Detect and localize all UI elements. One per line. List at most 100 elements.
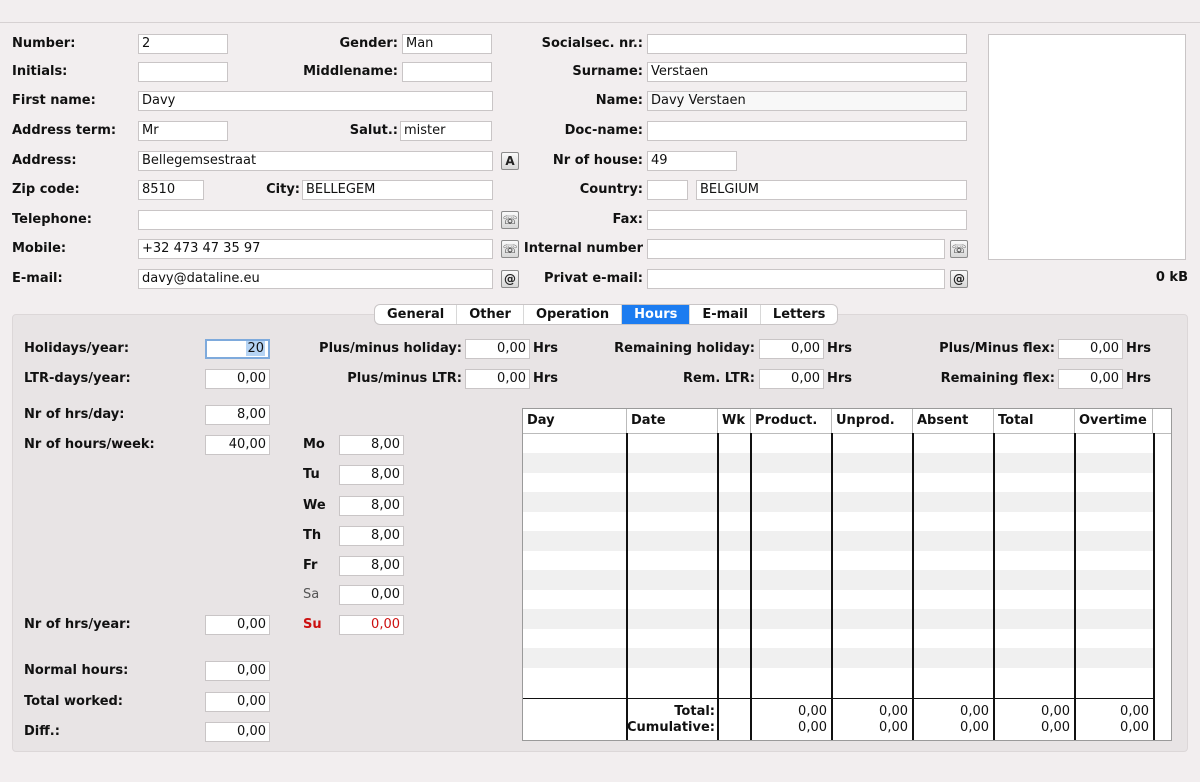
remaining-flex-field[interactable]: 0,00: [1058, 369, 1123, 389]
socialsec-field[interactable]: [647, 34, 967, 54]
plusminus-holiday-field[interactable]: 0,00: [465, 339, 530, 359]
salut-field[interactable]: mister: [400, 121, 492, 141]
day-field-we[interactable]: 8,00: [339, 496, 404, 516]
plusminus-flex-field[interactable]: 0,00: [1058, 339, 1123, 359]
day-field-fr[interactable]: 8,00: [339, 556, 404, 576]
city-label: City:: [266, 182, 300, 197]
hours-table[interactable]: Day Date Wk Product. Unprod. Absent Tota…: [522, 408, 1172, 741]
cumulative-label: Cumulative:: [627, 720, 715, 735]
col-absent[interactable]: Absent: [913, 409, 994, 433]
cumulative-total: 0,00: [1041, 720, 1070, 735]
plusminus-ltr-field[interactable]: 0,00: [465, 369, 530, 389]
privat-email-field[interactable]: [647, 269, 945, 289]
internal-number-field[interactable]: [647, 239, 945, 259]
remaining-holiday-label: Remaining holiday:: [614, 341, 755, 356]
tab-letters[interactable]: Letters: [761, 305, 837, 324]
telephone-field[interactable]: [138, 210, 493, 230]
address-field[interactable]: Bellegemsestraat: [138, 151, 493, 171]
cumulative-unprod: 0,00: [879, 720, 908, 735]
photo-well[interactable]: [988, 34, 1186, 260]
day-field-su[interactable]: 0,00: [339, 615, 404, 635]
col-date[interactable]: Date: [627, 409, 718, 433]
surname-label: Surname:: [572, 64, 643, 79]
day-field-mo[interactable]: 8,00: [339, 435, 404, 455]
nr-of-house-field[interactable]: 49: [647, 151, 737, 171]
holidays-year-field[interactable]: 20: [205, 339, 270, 359]
table-row: [523, 492, 1153, 512]
hrs-week-label: Nr of hours/week:: [24, 437, 155, 452]
hrs-week-field[interactable]: 40,00: [205, 435, 270, 455]
doc-name-field[interactable]: [647, 121, 967, 141]
country-code-field[interactable]: [647, 180, 688, 200]
surname-field[interactable]: Verstaen: [647, 62, 967, 82]
table-row: [523, 570, 1153, 590]
zip-field[interactable]: 8510: [138, 180, 204, 200]
city-field[interactable]: BELLEGEM: [302, 180, 493, 200]
ltr-days-field[interactable]: 0,00: [205, 369, 270, 389]
firstname-label: First name:: [12, 93, 96, 108]
initials-field[interactable]: [138, 62, 228, 82]
remaining-flex-unit: Hrs: [1126, 371, 1152, 386]
tab-other[interactable]: Other: [457, 305, 524, 324]
col-product[interactable]: Product.: [751, 409, 832, 433]
fax-label: Fax:: [612, 212, 643, 227]
col-divider: [626, 433, 628, 740]
day-label-sa: Sa: [303, 587, 320, 602]
email-field[interactable]: davy@dataline.eu: [138, 269, 493, 289]
hrs-year-field[interactable]: 0,00: [205, 615, 270, 635]
tab-hours[interactable]: Hours: [622, 305, 691, 324]
day-field-tu[interactable]: 8,00: [339, 465, 404, 485]
total-worked-field[interactable]: 0,00: [205, 692, 270, 712]
hrs-day-label: Nr of hrs/day:: [24, 407, 125, 422]
fax-field[interactable]: [647, 210, 967, 230]
table-row: [523, 609, 1153, 629]
day-label-th: Th: [303, 528, 322, 543]
number-field[interactable]: 2: [138, 34, 228, 54]
rem-ltr-field[interactable]: 0,00: [759, 369, 824, 389]
col-total[interactable]: Total: [994, 409, 1075, 433]
remaining-holiday-field[interactable]: 0,00: [759, 339, 824, 359]
day-label-mo: Mo: [303, 437, 325, 452]
total-worked-label: Total worked:: [24, 694, 124, 709]
total-label: Total:: [674, 704, 715, 719]
col-day[interactable]: Day: [523, 409, 627, 433]
total-product: 0,00: [798, 704, 827, 719]
total-total: 0,00: [1041, 704, 1070, 719]
normal-hours-field[interactable]: 0,00: [205, 661, 270, 681]
plusminus-ltr-label: Plus/minus LTR:: [347, 371, 462, 386]
day-field-sa[interactable]: 0,00: [339, 585, 404, 605]
internal-phone-icon[interactable]: ☏: [950, 240, 968, 258]
mobile-field[interactable]: +32 473 47 35 97: [138, 239, 493, 259]
tab-email[interactable]: E-mail: [690, 305, 761, 324]
hrs-day-field[interactable]: 8,00: [205, 405, 270, 425]
privat-email-label: Privat e-mail:: [543, 271, 643, 286]
day-field-th[interactable]: 8,00: [339, 526, 404, 546]
address-term-field[interactable]: Mr: [138, 121, 228, 141]
col-divider: [1074, 433, 1076, 740]
plusminus-holiday-label: Plus/minus holiday:: [319, 341, 462, 356]
country-field[interactable]: BELGIUM: [696, 180, 967, 200]
table-row: [523, 453, 1153, 473]
firstname-field[interactable]: Davy: [138, 91, 493, 111]
middlename-field[interactable]: [402, 62, 492, 82]
day-label-su: Su: [303, 617, 322, 632]
email-label: E-mail:: [12, 271, 63, 286]
gender-field[interactable]: Man: [402, 34, 492, 54]
table-row: [523, 648, 1153, 668]
privat-email-icon[interactable]: @: [950, 270, 968, 288]
col-unprod[interactable]: Unprod.: [832, 409, 913, 433]
address-label: Address:: [12, 153, 77, 168]
tab-general[interactable]: General: [375, 305, 458, 324]
tab-operation[interactable]: Operation: [524, 305, 623, 324]
doc-name-label: Doc-name:: [564, 123, 643, 138]
col-divider: [912, 433, 914, 740]
name-label: Name:: [595, 93, 643, 108]
col-wk[interactable]: Wk: [718, 409, 751, 433]
number-label: Number:: [12, 36, 76, 51]
cumulative-overtime: 0,00: [1120, 720, 1149, 735]
day-label-we: We: [303, 498, 326, 513]
rem-ltr-unit: Hrs: [827, 371, 853, 386]
col-overtime[interactable]: Overtime: [1075, 409, 1153, 433]
diff-field[interactable]: 0,00: [205, 722, 270, 742]
gender-label: Gender:: [339, 36, 398, 51]
